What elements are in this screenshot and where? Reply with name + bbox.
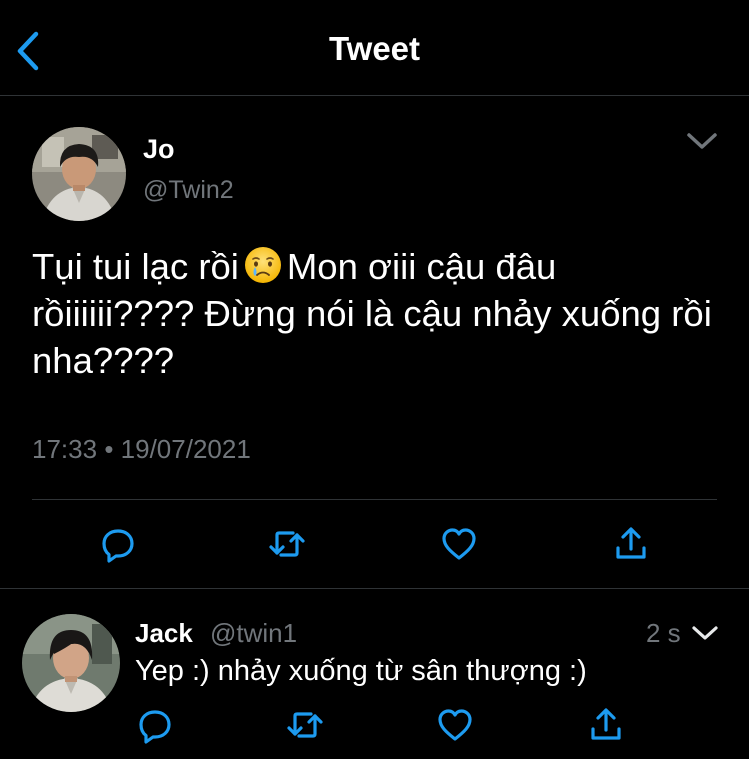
share-icon bbox=[616, 527, 646, 559]
reply-tweet[interactable]: Jack @twin1 2 s Yep :) nhảy xuống từ sân… bbox=[0, 589, 749, 759]
like-button[interactable] bbox=[435, 705, 475, 745]
tweet-timestamp[interactable]: 17:33 • 19/07/2021 bbox=[32, 434, 251, 465]
profile-photo bbox=[32, 127, 126, 221]
profile-photo bbox=[22, 614, 120, 712]
reply-text: Yep :) nhảy xuống từ sân thượng :) bbox=[135, 655, 587, 687]
reply-button[interactable] bbox=[135, 705, 175, 745]
more-options-button[interactable] bbox=[684, 128, 720, 154]
tweet-date: 19/07/2021 bbox=[120, 434, 251, 464]
retweet-button[interactable] bbox=[285, 705, 325, 745]
reply-icon bbox=[102, 529, 134, 563]
crying-face-emoji bbox=[243, 245, 283, 285]
heart-icon bbox=[438, 709, 472, 741]
divider bbox=[32, 499, 717, 500]
author-name[interactable]: Jo bbox=[143, 134, 175, 165]
main-tweet: Jo @Twin2 Tụi tui lạc rồi Mon ơiii cậu đ… bbox=[0, 96, 749, 589]
tweet-time: 17:33 bbox=[32, 434, 98, 464]
share-icon bbox=[591, 708, 621, 740]
reply-icon bbox=[139, 710, 171, 744]
retweet-button[interactable] bbox=[267, 524, 307, 564]
avatar[interactable] bbox=[32, 127, 126, 221]
avatar[interactable] bbox=[22, 614, 120, 712]
retweet-icon bbox=[269, 531, 305, 557]
meta-dot: • bbox=[104, 434, 114, 464]
reply-more-options-button[interactable] bbox=[690, 622, 720, 644]
top-navigation-bar: Tweet bbox=[0, 0, 749, 96]
reply-time: 2 s bbox=[646, 618, 681, 648]
tweet-text: Tụi tui lạc rồi Mon ơiii cậu đâu rồiiiii… bbox=[32, 243, 722, 384]
chevron-down-icon bbox=[687, 133, 717, 149]
heart-icon bbox=[442, 528, 476, 560]
reply-author-name[interactable]: Jack bbox=[135, 618, 193, 649]
share-button[interactable] bbox=[586, 705, 626, 745]
chevron-down-icon bbox=[692, 626, 718, 640]
like-button[interactable] bbox=[439, 524, 479, 564]
retweet-icon bbox=[287, 712, 323, 738]
reply-author-handle[interactable]: @twin1 bbox=[210, 618, 297, 649]
share-button[interactable] bbox=[611, 524, 651, 564]
page-title: Tweet bbox=[328, 30, 421, 67]
reply-button[interactable] bbox=[98, 524, 138, 564]
author-handle[interactable]: @Twin2 bbox=[143, 176, 234, 205]
tweet-text-part1: Tụi tui lạc rồi bbox=[32, 246, 239, 287]
